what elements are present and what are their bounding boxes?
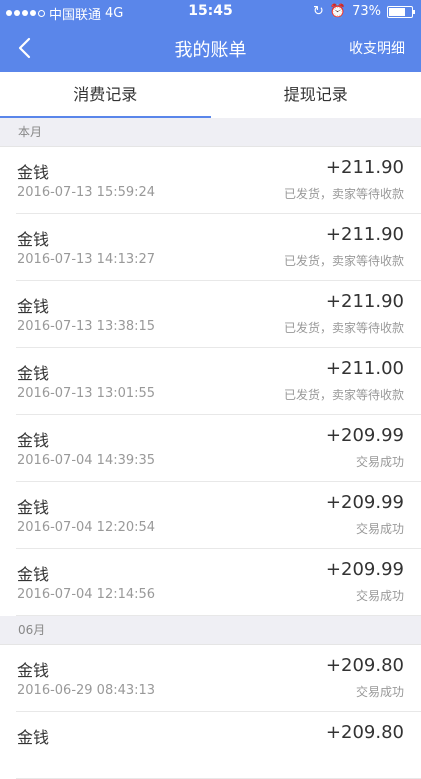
record-row[interactable]: 金钱 2016-07-04 14:39:35 +209.99 交易成功 bbox=[0, 415, 421, 482]
record-name: 金钱 bbox=[17, 360, 49, 384]
record-date: 2016-06-29 08:43:13 bbox=[17, 683, 155, 698]
record-row[interactable]: 金钱 2016-07-04 12:14:56 +209.99 交易成功 bbox=[0, 549, 421, 616]
record-date: 2016-07-13 14:13:27 bbox=[17, 252, 155, 267]
record-row[interactable]: 金钱 2016-07-13 13:01:55 +211.00 已发货，卖家等待收款 bbox=[0, 348, 421, 415]
record-amount: +211.90 bbox=[326, 157, 404, 178]
battery-icon bbox=[387, 6, 413, 18]
record-row[interactable]: 金钱 2016-07-13 13:38:15 +211.90 已发货，卖家等待收款 bbox=[0, 281, 421, 348]
section-header: 本月 bbox=[0, 118, 421, 147]
record-status: 交易成功 bbox=[356, 520, 404, 537]
record-name: 金钱 bbox=[17, 724, 49, 748]
record-status: 已发货，卖家等待收款 bbox=[284, 252, 404, 269]
record-date: 2016-07-13 13:38:15 bbox=[17, 319, 155, 334]
record-date: 2016-07-13 13:01:55 bbox=[17, 386, 155, 401]
record-list: 本月金钱 2016-07-13 15:59:24 +211.90 已发货，卖家等待收款… bbox=[0, 118, 421, 779]
record-amount: +209.99 bbox=[326, 492, 404, 513]
record-amount: +211.90 bbox=[326, 224, 404, 245]
income-expense-details-link[interactable]: 收支明细 bbox=[349, 38, 405, 58]
record-name: 金钱 bbox=[17, 561, 49, 585]
status-right: ↻ ⏰ 73% bbox=[313, 4, 413, 19]
record-date: 2016-07-04 14:39:35 bbox=[17, 453, 155, 468]
record-amount: +209.80 bbox=[326, 655, 404, 676]
record-amount: +209.99 bbox=[326, 425, 404, 446]
record-status: 已发货，卖家等待收款 bbox=[284, 386, 404, 403]
record-name: 金钱 bbox=[17, 657, 49, 681]
status-bar: 中国联通 4G 15:45 ↻ ⏰ 73% bbox=[0, 0, 421, 24]
record-amount: +209.99 bbox=[326, 559, 404, 580]
tab-bar: 消费记录 提现记录 bbox=[0, 72, 421, 119]
record-name: 金钱 bbox=[17, 427, 49, 451]
record-status: 交易成功 bbox=[356, 587, 404, 604]
battery-label: 73% bbox=[352, 4, 381, 19]
record-amount: +211.90 bbox=[326, 291, 404, 312]
tab-withdrawal-records[interactable]: 提现记录 bbox=[211, 72, 421, 118]
record-amount: +211.00 bbox=[326, 358, 404, 379]
nav-bar: 我的账单 收支明细 bbox=[0, 24, 421, 72]
record-date: 2016-07-04 12:14:56 bbox=[17, 587, 155, 602]
rotation-lock-icon: ↻ bbox=[313, 4, 324, 19]
record-name: 金钱 bbox=[17, 494, 49, 518]
record-name: 金钱 bbox=[17, 226, 49, 250]
record-amount: +209.80 bbox=[326, 722, 404, 743]
record-name: 金钱 bbox=[17, 159, 49, 183]
record-name: 金钱 bbox=[17, 293, 49, 317]
section-header: 06月 bbox=[0, 616, 421, 645]
record-row[interactable]: 金钱 2016-07-13 14:13:27 +211.90 已发货，卖家等待收款 bbox=[0, 214, 421, 281]
record-row[interactable]: 金钱 +209.80 bbox=[0, 712, 421, 779]
record-status: 交易成功 bbox=[356, 683, 404, 700]
record-status: 交易成功 bbox=[356, 453, 404, 470]
record-status: 已发货，卖家等待收款 bbox=[284, 319, 404, 336]
record-status: 已发货，卖家等待收款 bbox=[284, 185, 404, 202]
record-row[interactable]: 金钱 2016-06-29 08:43:13 +209.80 交易成功 bbox=[0, 645, 421, 712]
record-date: 2016-07-04 12:20:54 bbox=[17, 520, 155, 535]
record-date: 2016-07-13 15:59:24 bbox=[17, 185, 155, 200]
record-row[interactable]: 金钱 2016-07-04 12:20:54 +209.99 交易成功 bbox=[0, 482, 421, 549]
alarm-icon: ⏰ bbox=[330, 4, 346, 19]
tab-consumption-records[interactable]: 消费记录 bbox=[0, 72, 211, 118]
record-row[interactable]: 金钱 2016-07-13 15:59:24 +211.90 已发货，卖家等待收款 bbox=[0, 147, 421, 214]
